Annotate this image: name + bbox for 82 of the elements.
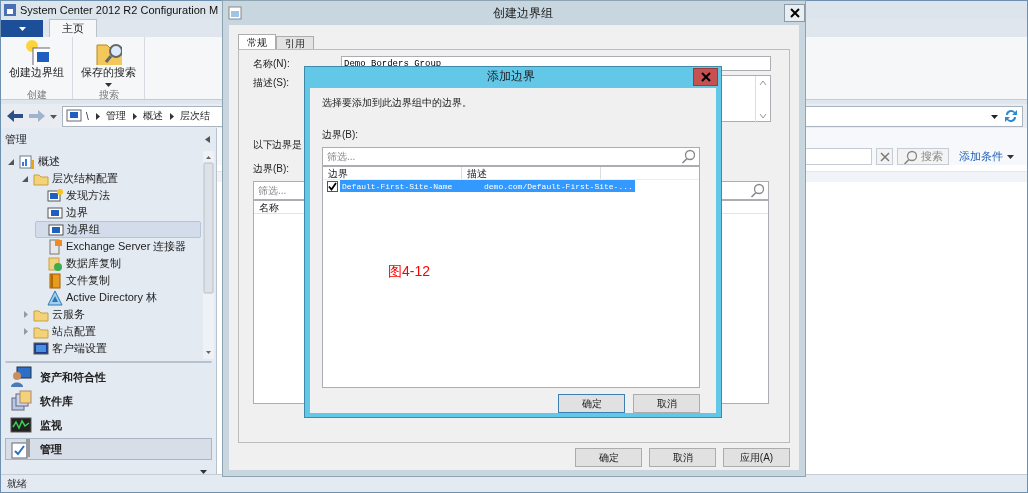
field-label: 边界(B):: [322, 128, 360, 142]
breadcrumb-item[interactable]: \: [86, 110, 89, 122]
dialog-button[interactable]: 应用(A): [723, 448, 790, 467]
search-icon: [903, 149, 917, 164]
triangle-icon: [47, 289, 63, 306]
field-label: 描述(S):: [253, 76, 291, 90]
group-label: 搜索: [98, 89, 119, 102]
instruction-text: 选择要添加到此边界组中的边界。: [322, 96, 473, 110]
tree-item[interactable]: 文件复制: [66, 273, 110, 288]
tab[interactable]: 引用: [276, 36, 314, 49]
server-icon: [47, 238, 63, 255]
library-icon: [10, 390, 32, 412]
close-button[interactable]: [784, 4, 805, 22]
add-criteria-link[interactable]: 添加条件: [959, 149, 1015, 164]
search-icon: [681, 148, 695, 165]
breadcrumb-item[interactable]: 层次结: [179, 109, 210, 123]
status-text: 就绪: [7, 476, 27, 491]
monitor-icon: [10, 414, 32, 436]
column-header[interactable]: 描述: [462, 167, 601, 179]
field-label: 边界(B):: [253, 162, 290, 176]
dialog-title: 添加边界: [486, 68, 536, 85]
column-header[interactable]: 边界: [323, 167, 462, 179]
tree-item[interactable]: 边界组: [35, 221, 201, 238]
clipboard-icon: [10, 438, 32, 460]
tree-item[interactable]: 客户端设置: [52, 341, 107, 356]
search-icon: [750, 182, 764, 199]
ribbon-tab[interactable]: 主页: [49, 19, 97, 37]
window-icon: [228, 6, 242, 20]
filter-field[interactable]: 筛选...: [322, 147, 700, 166]
dialog-button[interactable]: 取消: [633, 394, 700, 413]
annotation-text: 图4-12: [388, 263, 431, 281]
app-icon: [3, 3, 17, 17]
checkbox[interactable]: [327, 180, 338, 192]
clear-button[interactable]: [876, 148, 893, 165]
monitor-icon: [66, 109, 82, 123]
close-icon: [788, 7, 801, 19]
window-title: System Center 2012 R2 Configuration M: [20, 4, 219, 16]
breadcrumb-item[interactable]: 概述: [142, 109, 163, 123]
tab[interactable]: 常规: [238, 34, 276, 49]
tree-item[interactable]: 发现方法: [66, 188, 110, 203]
dialog-button[interactable]: 确定: [558, 394, 625, 413]
tree-item[interactable]: Active Directory 林: [66, 290, 158, 305]
tree-item[interactable]: 站点配置: [52, 324, 96, 339]
caret-icon: [1006, 152, 1015, 161]
tree-item[interactable]: 云服务: [52, 307, 85, 322]
ribbon-button[interactable]: 创建边界组: [7, 37, 66, 89]
dialog-button[interactable]: 确定: [575, 448, 642, 467]
dialog-title: 创建边界组: [492, 4, 554, 22]
breadcrumb-item[interactable]: 管理: [105, 109, 126, 123]
tree-item[interactable]: 边界: [66, 205, 88, 220]
pane-title: 管理: [5, 132, 27, 147]
database-icon: [47, 255, 63, 272]
group-label: 创建: [26, 89, 47, 102]
dialog-button[interactable]: 取消: [649, 448, 716, 467]
refresh-icon: [1003, 108, 1019, 124]
tree-item[interactable]: 层次结构配置: [52, 171, 118, 186]
forward-icon: [27, 107, 47, 125]
check-icon: [328, 181, 337, 191]
tree-item[interactable]: Exchange Server 连接器: [66, 239, 187, 254]
back-icon: [5, 107, 25, 125]
tree-item[interactable]: 概述: [38, 154, 60, 169]
workspace-button[interactable]: 软件库: [5, 390, 212, 412]
app-menu-button[interactable]: [1, 20, 43, 37]
close-icon: [879, 151, 890, 162]
more-icon: [199, 467, 208, 476]
collapse-icon: [203, 135, 212, 144]
note-text: 以下边界是: [253, 138, 302, 152]
tree-item[interactable]: 数据库复制: [66, 256, 121, 271]
book-icon: [47, 272, 63, 289]
workspace-button[interactable]: 管理: [5, 438, 212, 460]
caret-icon: [17, 24, 27, 33]
users-icon: [10, 366, 32, 388]
monitor-icon: [48, 221, 64, 238]
workspace-button[interactable]: 资产和符合性: [5, 366, 212, 388]
monitor-icon: [47, 187, 63, 204]
monitor-icon: [47, 204, 63, 221]
field-label: 名称(N):: [253, 57, 291, 71]
ribbon-button[interactable]: 保存的搜索: [79, 37, 138, 89]
workspace-button[interactable]: 监视: [5, 414, 212, 436]
close-icon: [700, 72, 711, 82]
monitor-icon: [33, 340, 49, 357]
chart-icon: [19, 153, 35, 170]
